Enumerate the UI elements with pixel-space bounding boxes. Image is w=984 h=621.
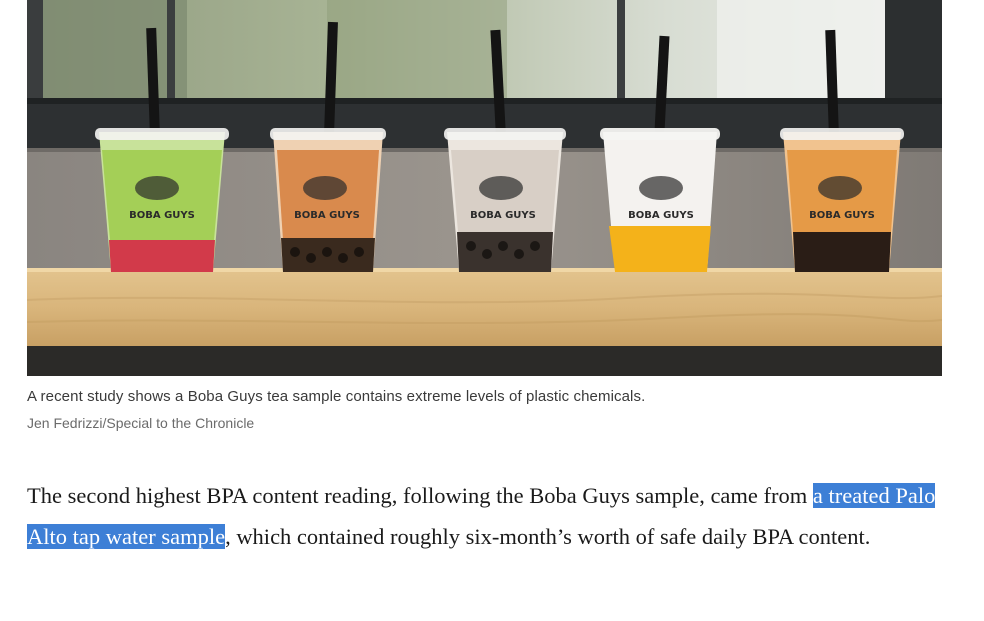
cup-4-logo: BOBA GUYS <box>628 210 694 221</box>
photo-credit: Jen Fedrizzi/Special to the Chronicle <box>27 415 255 431</box>
paragraph-text-before: The second highest BPA content reading, … <box>27 483 813 508</box>
cup-3-logo: BOBA GUYS <box>470 210 536 221</box>
cup-5-logo: BOBA GUYS <box>809 210 875 221</box>
photo-caption: A recent study shows a Boba Guys tea sam… <box>27 388 646 405</box>
paragraph-text-after: , which contained roughly six-month’s wo… <box>225 523 871 549</box>
cup-1-logo: BOBA GUYS <box>129 210 195 221</box>
article-paragraph: The second highest BPA content reading, … <box>27 476 947 557</box>
cup-2-logo: BOBA GUYS <box>294 210 360 221</box>
article-photo: BOBA GUYS BOBA GUYS BOBA GUYS BOBA GUYS … <box>27 0 942 376</box>
